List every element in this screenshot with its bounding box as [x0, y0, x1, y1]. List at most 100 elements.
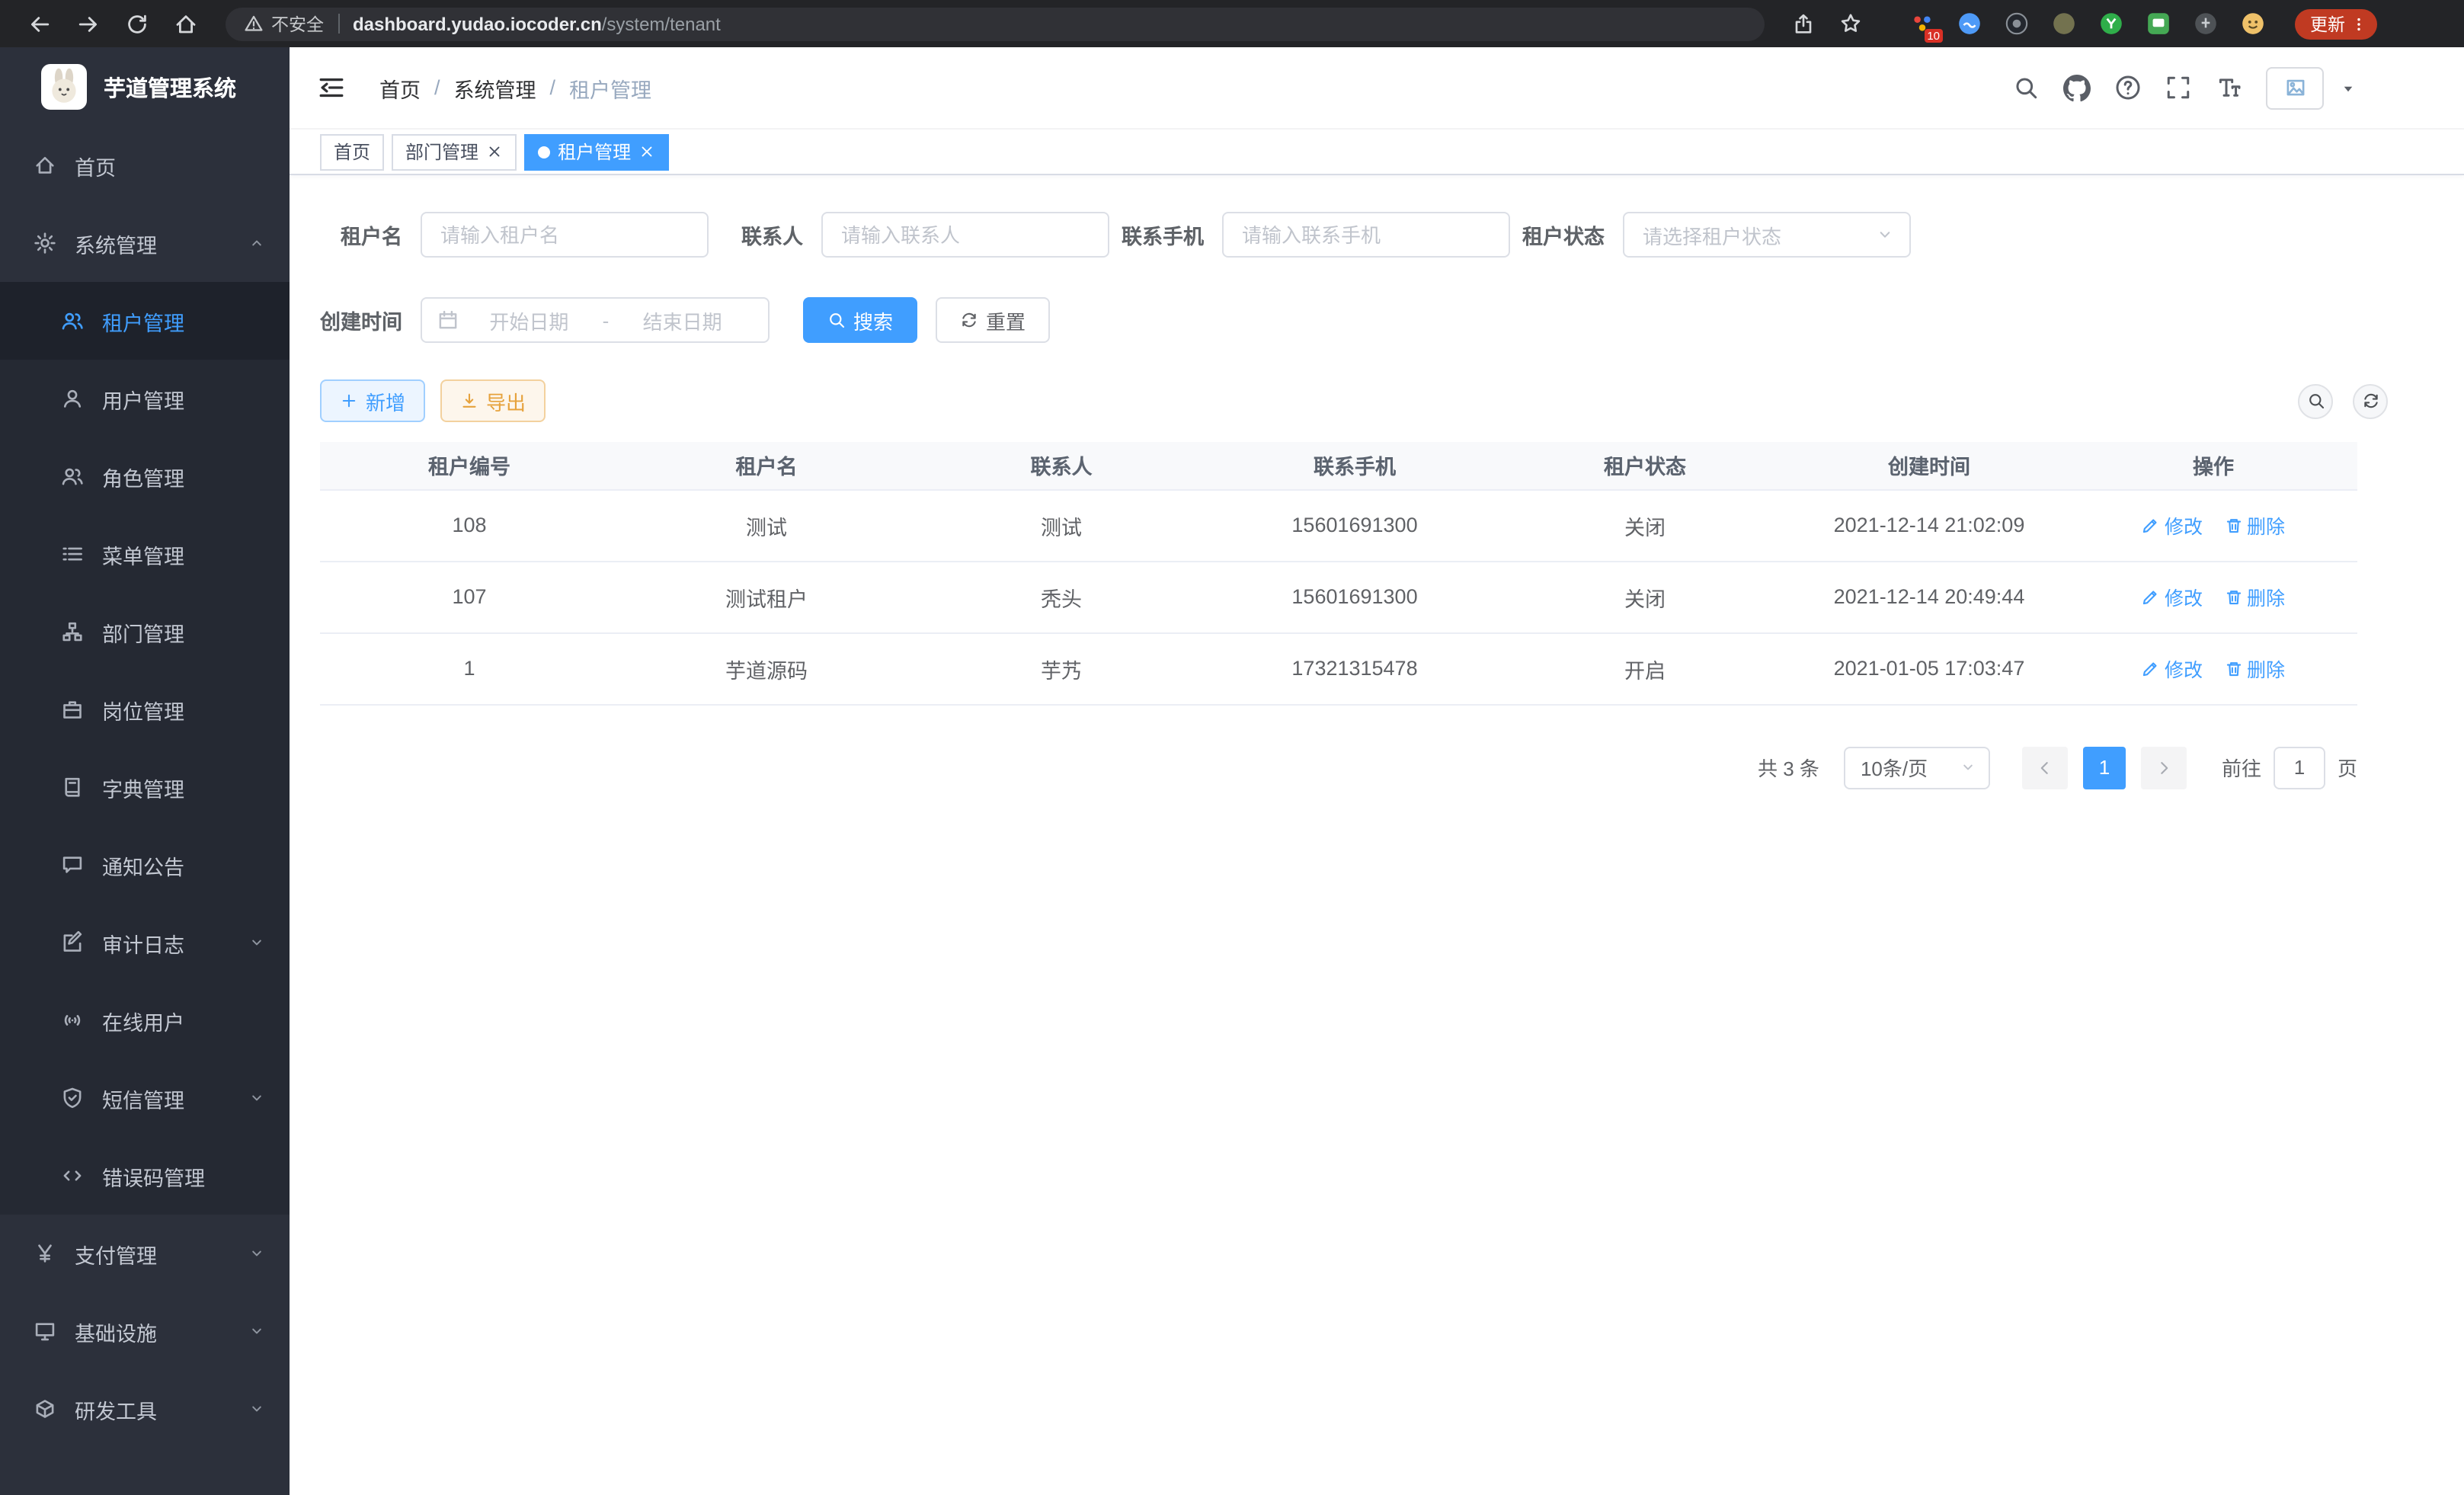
yen-icon: [34, 1242, 56, 1265]
extension-icon[interactable]: [2193, 11, 2219, 37]
tab-close-icon[interactable]: [486, 143, 503, 160]
browser-menu-icon[interactable]: [2350, 14, 2368, 33]
sidebar-item[interactable]: 部门管理: [0, 593, 290, 671]
cell-contact: 秃头: [914, 561, 1208, 632]
breadcrumb-item[interactable]: 首页: [379, 72, 421, 103]
app-header: 首页/系统管理/租户管理: [290, 47, 2464, 130]
add-button[interactable]: 新增: [320, 379, 425, 422]
extension-icon[interactable]: [1957, 11, 1982, 37]
header-search-icon[interactable]: [2013, 75, 2039, 101]
edit-button[interactable]: 修改: [2142, 511, 2203, 539]
sidebar-item[interactable]: 岗位管理: [0, 671, 290, 748]
search-button[interactable]: 搜索: [803, 297, 917, 343]
sidebar-item[interactable]: 基础设施: [0, 1292, 290, 1370]
trash-icon: [2224, 516, 2242, 534]
edit-button[interactable]: 修改: [2142, 582, 2203, 611]
tab-item[interactable]: 部门管理: [392, 133, 517, 170]
phone-label: 联系手机: [1122, 219, 1222, 250]
cell-created: 2021-12-14 21:02:09: [1789, 489, 2069, 561]
extension-icon[interactable]: 10: [1909, 11, 1935, 37]
page-number-button[interactable]: 1: [2083, 746, 2126, 789]
bookmark-star-icon[interactable]: [1839, 12, 1862, 35]
chat-icon: [61, 853, 84, 876]
browser-home-icon[interactable]: [174, 11, 198, 36]
user-avatar[interactable]: [2266, 66, 2324, 109]
fullscreen-icon[interactable]: [2165, 75, 2191, 101]
tenant-name-input[interactable]: [421, 212, 709, 258]
chevron-down-icon: [248, 1090, 265, 1106]
sidebar-item[interactable]: 支付管理: [0, 1215, 290, 1292]
sidebar-item[interactable]: 用户管理: [0, 360, 290, 437]
tenant-status-select[interactable]: 请选择租户状态: [1623, 212, 1911, 258]
monitor-icon: [34, 1320, 56, 1343]
sidebar-item[interactable]: 研发工具: [0, 1370, 290, 1448]
cell-name: 测试租户: [619, 561, 914, 632]
delete-button[interactable]: 删除: [2224, 582, 2285, 611]
delete-button[interactable]: 删除: [2224, 654, 2285, 683]
contact-input[interactable]: [821, 212, 1109, 258]
browser-chrome: 不安全 dashboard.yudao.iocoder.cn/system/te…: [0, 0, 2464, 47]
chevron-down-icon: [248, 1245, 265, 1262]
sidebar-item[interactable]: 通知公告: [0, 826, 290, 904]
edit-icon: [61, 931, 84, 954]
browser-forward-icon[interactable]: [76, 11, 101, 36]
extension-badge: 10: [1924, 29, 1943, 43]
tab-item[interactable]: 租户管理: [524, 133, 669, 170]
sidebar-item[interactable]: 审计日志: [0, 904, 290, 981]
next-page-button[interactable]: [2141, 746, 2187, 789]
sidebar-item[interactable]: 短信管理: [0, 1059, 290, 1137]
export-button[interactable]: 导出: [440, 379, 546, 422]
tenant-table: 租户编号租户名联系人联系手机租户状态创建时间操作 108测试测试15601691…: [320, 442, 2357, 705]
browser-update-button[interactable]: 更新: [2295, 8, 2377, 39]
table-column-header: 租户名: [619, 442, 914, 489]
sidebar-item[interactable]: 错误码管理: [0, 1137, 290, 1215]
cell-id: 1: [320, 632, 619, 704]
share-icon[interactable]: [1792, 12, 1815, 35]
page-size-select[interactable]: 10条/页: [1844, 746, 1990, 789]
tab-item[interactable]: 首页: [320, 133, 384, 170]
app-logo[interactable]: 芋道管理系统: [0, 47, 290, 126]
delete-button[interactable]: 删除: [2224, 511, 2285, 539]
extension-icon[interactable]: [2098, 11, 2124, 37]
prev-page-button[interactable]: [2022, 746, 2068, 789]
phone-input[interactable]: [1222, 212, 1510, 258]
chevron-down-icon: [248, 1401, 265, 1417]
extension-icon[interactable]: [2004, 11, 2030, 37]
extension-icon[interactable]: [2240, 11, 2266, 37]
tab-close-icon[interactable]: [638, 143, 655, 160]
help-icon[interactable]: [2115, 75, 2141, 101]
browser-back-icon[interactable]: [27, 11, 52, 36]
github-icon[interactable]: [2063, 74, 2091, 101]
tab-label: 部门管理: [405, 139, 478, 165]
avatar-caret-icon[interactable]: [2339, 78, 2357, 97]
search-toggle-button[interactable]: [2298, 383, 2333, 418]
reset-button[interactable]: 重置: [936, 297, 1050, 343]
sidebar-item[interactable]: 菜单管理: [0, 515, 290, 593]
create-time-range-picker[interactable]: 开始日期 - 结束日期: [421, 297, 770, 343]
browser-reload-icon[interactable]: [125, 11, 149, 36]
sidebar-item[interactable]: 在线用户: [0, 981, 290, 1059]
goto-page-input[interactable]: [2274, 746, 2325, 789]
address-bar[interactable]: 不安全 dashboard.yudao.iocoder.cn/system/te…: [226, 7, 1765, 40]
edit-button[interactable]: 修改: [2142, 654, 2203, 683]
chevron-down-icon: [248, 1323, 265, 1340]
table-column-header: 创建时间: [1789, 442, 2069, 489]
sidebar-toggle-button[interactable]: [317, 73, 346, 102]
trash-icon: [2224, 659, 2242, 677]
sidebar-item[interactable]: 角色管理: [0, 437, 290, 515]
sidebar-item[interactable]: 租户管理: [0, 282, 290, 360]
url-path: /system/tenant: [602, 13, 721, 34]
breadcrumb-item[interactable]: 系统管理: [454, 72, 536, 103]
extension-icon[interactable]: [2051, 11, 2077, 37]
table-refresh-button[interactable]: [2353, 383, 2388, 418]
security-label[interactable]: 不安全: [271, 11, 324, 36]
table-header-row: 租户编号租户名联系人联系手机租户状态创建时间操作: [320, 442, 2357, 489]
total-count: 共 3 条: [1758, 753, 1819, 782]
sidebar-item[interactable]: 字典管理: [0, 748, 290, 826]
sidebar-item[interactable]: 首页: [0, 126, 290, 204]
font-size-icon[interactable]: [2216, 75, 2242, 101]
sidebar-item[interactable]: 系统管理: [0, 204, 290, 282]
extension-icon[interactable]: [2146, 11, 2171, 37]
sidebar-menu: 首页 系统管理 租户管理 用户管理 角色管理 菜单管理 部门管理 岗位管理 字典…: [0, 126, 290, 1495]
arrow-right-icon: [2155, 758, 2173, 776]
